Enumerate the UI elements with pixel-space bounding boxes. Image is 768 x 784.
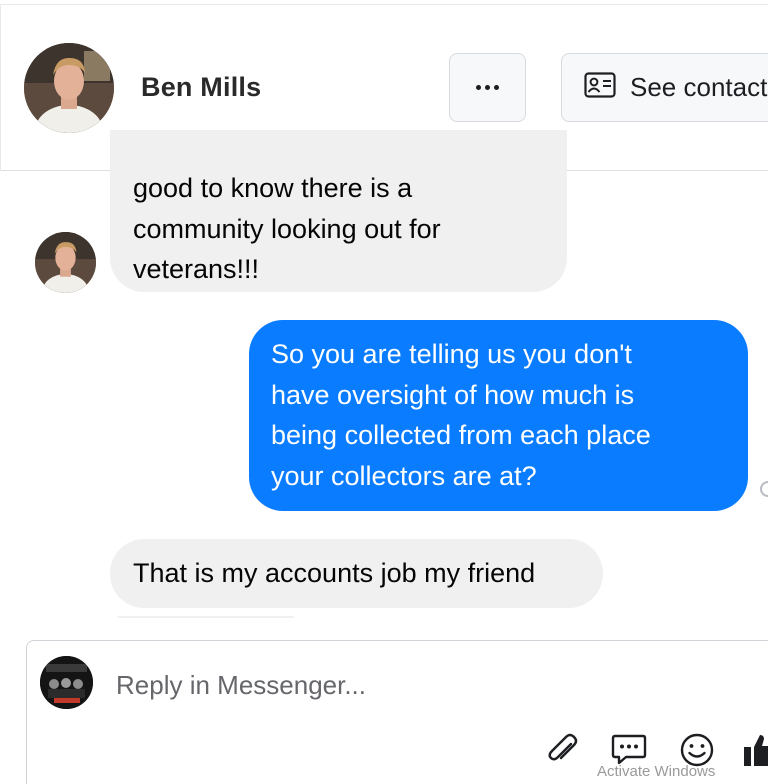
- activation-watermark: Activate Windows: [597, 763, 716, 780]
- message-line: veterans!!!: [133, 254, 260, 284]
- header-left-border: [0, 4, 1, 171]
- sender-avatar[interactable]: [35, 232, 96, 293]
- incoming-message-bubble: good to know there is a community lookin…: [110, 130, 567, 292]
- incoming-message-bubble: That is my accounts job my friend: [110, 539, 603, 608]
- seen-indicator-icon: [760, 481, 768, 497]
- message-line: your collectors are at?: [271, 460, 537, 491]
- message-line: That is my accounts job my friend: [133, 558, 536, 588]
- paperclip-icon[interactable]: [543, 730, 583, 770]
- user-avatar: [40, 656, 93, 709]
- message-line: being collected from each place: [271, 420, 651, 450]
- thumbs-up-icon[interactable]: [740, 730, 768, 770]
- reply-input[interactable]: [116, 663, 736, 707]
- message-line: good to know there is a: [133, 173, 413, 203]
- contact-avatar[interactable]: [24, 43, 114, 133]
- divider: [118, 616, 294, 618]
- message-line: have oversight of how much is: [271, 379, 635, 410]
- header-top-border: [0, 4, 768, 5]
- message-line: So you are telling us you don't: [271, 339, 632, 369]
- messenger-window: Ben Mills See contact good to know there…: [0, 0, 768, 784]
- contact-card-icon: [584, 72, 616, 103]
- message-line: community looking out for: [133, 213, 441, 244]
- contact-name[interactable]: Ben Mills: [141, 72, 261, 103]
- more-options-button[interactable]: [449, 53, 526, 122]
- see-contact-label: See contact: [630, 72, 768, 102]
- see-contact-button[interactable]: See contact: [561, 53, 768, 122]
- outgoing-message-bubble: So you are telling us you don't have ove…: [249, 320, 748, 511]
- more-horizontal-icon: [476, 85, 499, 90]
